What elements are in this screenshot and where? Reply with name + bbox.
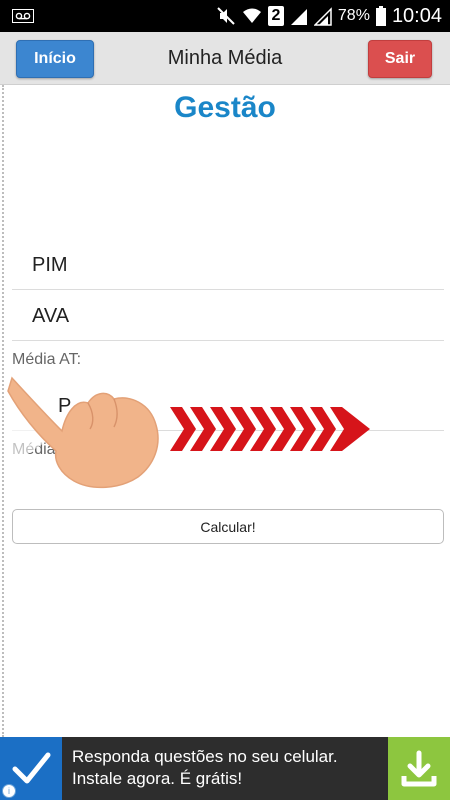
signal-icon-2	[313, 7, 332, 26]
ava-label: AVA	[32, 305, 70, 327]
calcular-button[interactable]: Calcular!	[12, 509, 444, 544]
chevron-arrows-icon	[170, 407, 370, 451]
wifi-icon	[242, 8, 261, 23]
main-content: Gestão PIM AVA Média AT: P Média Calcula…	[0, 85, 450, 737]
clock: 10:04	[391, 4, 442, 27]
sair-button[interactable]: Sair	[368, 40, 432, 78]
pim-label: PIM	[32, 254, 68, 276]
app-header: Início Minha Média Sair	[0, 32, 450, 85]
sim-slot-badge: 2	[267, 6, 284, 26]
signal-icon	[290, 9, 307, 25]
battery-icon	[375, 6, 386, 26]
ad-line-2: Instale agora. É grátis!	[72, 769, 243, 788]
voicemail-icon	[12, 9, 34, 23]
ad-text: Responda questões no seu celular. Instal…	[72, 746, 338, 790]
ad-line-1: Responda questões no seu celular.	[72, 747, 338, 766]
battery-percent: 78%	[337, 7, 370, 24]
pointing-hand-icon	[6, 375, 159, 489]
ava-field[interactable]: AVA	[12, 290, 444, 341]
ad-banner[interactable]: i Responda questões no seu celular. Inst…	[0, 737, 450, 800]
mute-icon	[217, 7, 235, 25]
download-icon[interactable]	[388, 737, 450, 800]
section-heading: Gestão	[174, 91, 276, 124]
ad-info-icon[interactable]: i	[2, 784, 16, 798]
pim-field[interactable]: PIM	[12, 239, 444, 290]
media-at-label: Média AT:	[12, 351, 82, 368]
status-bar: 2 78% 10:04	[0, 0, 450, 32]
